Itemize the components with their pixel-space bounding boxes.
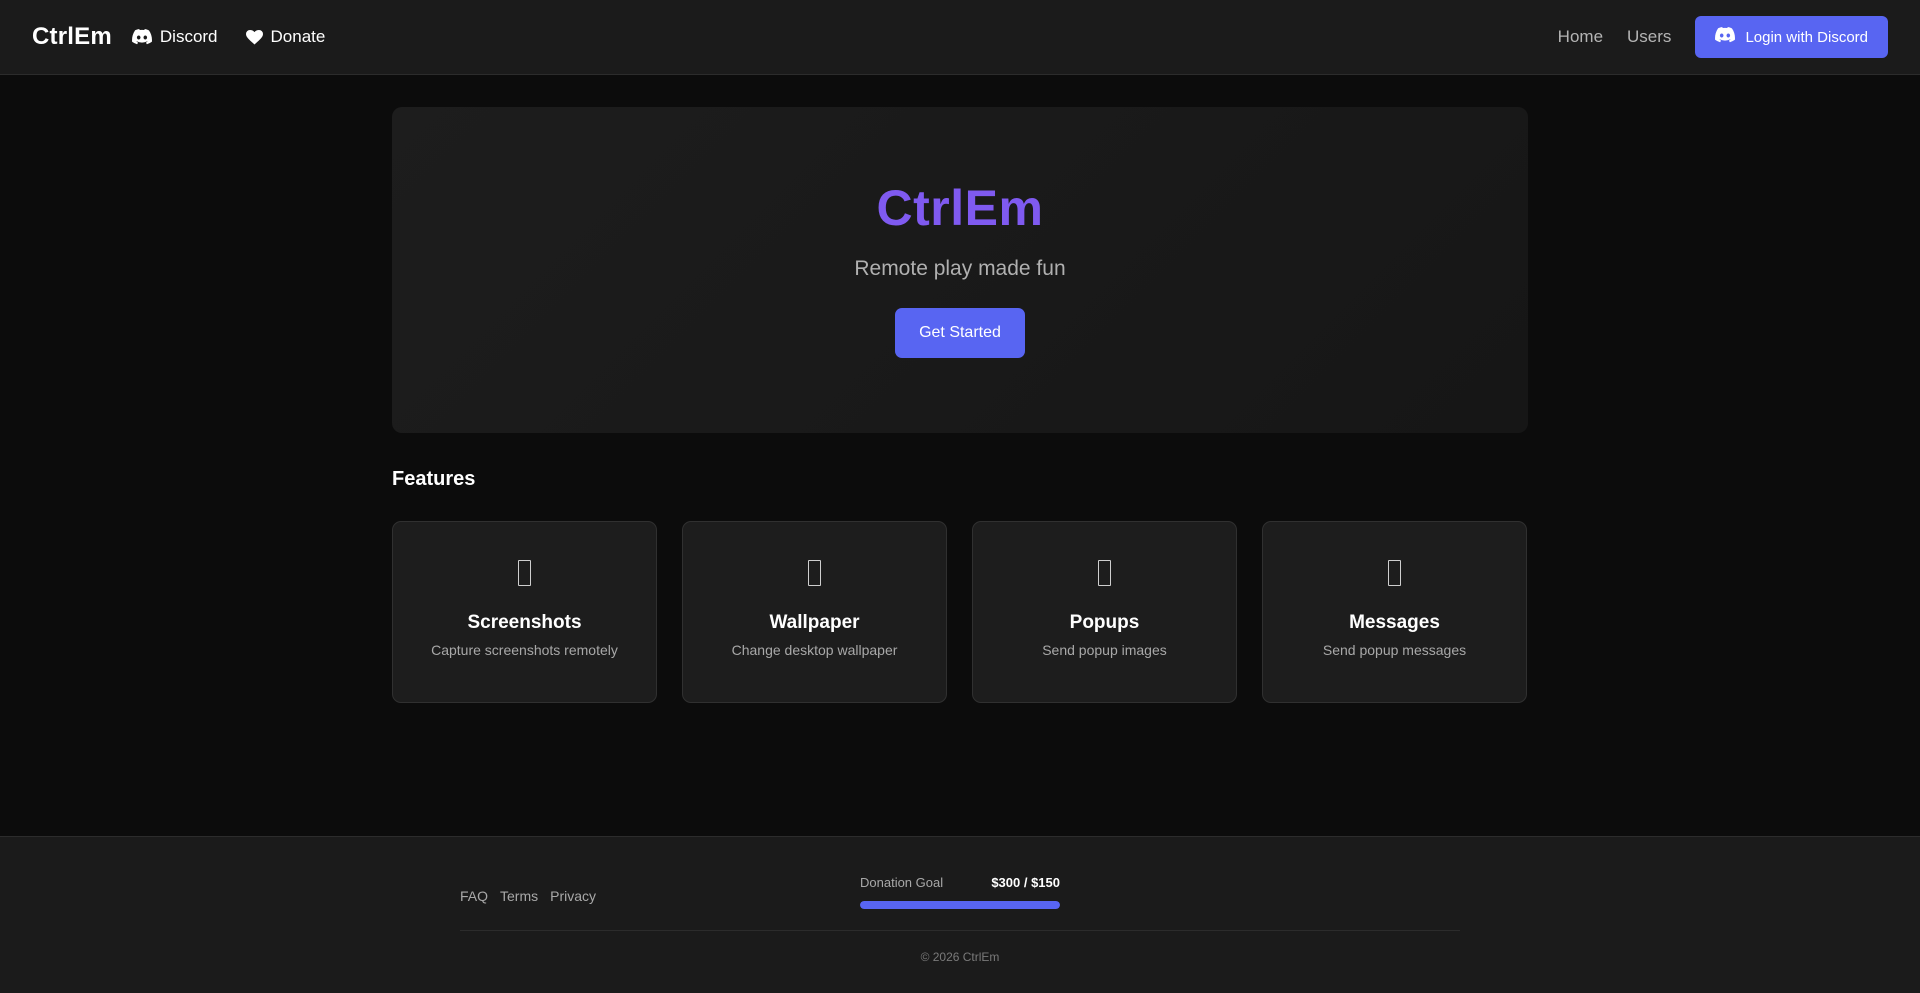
donate-link-label: Donate xyxy=(270,27,326,46)
donation-row: Donation Goal $300 / $150 xyxy=(860,875,1060,890)
nav-right-group: Home Users Login with Discord xyxy=(1534,16,1888,58)
feature-title: Screenshots xyxy=(467,612,582,633)
terms-link[interactable]: Terms xyxy=(500,888,538,904)
hero-title: CtrlEm xyxy=(876,180,1044,236)
footer-links: FAQ Terms Privacy xyxy=(460,888,596,904)
wallpaper-icon xyxy=(808,560,821,586)
donation-goal: Donation Goal $300 / $150 xyxy=(860,875,1060,909)
feature-title: Wallpaper xyxy=(769,612,860,633)
faq-link[interactable]: FAQ xyxy=(460,888,488,904)
feature-title: Popups xyxy=(1069,612,1140,633)
heart-icon xyxy=(245,29,263,45)
feature-description: Send popup images xyxy=(1042,642,1167,658)
features-heading: Features xyxy=(392,468,476,490)
donation-progress-bar xyxy=(860,901,1060,909)
feature-card-popups: Popups Send popup images xyxy=(972,521,1237,703)
feature-description: Capture screenshots remotely xyxy=(431,642,618,658)
top-navbar: CtrlEm Discord Donate Home Users Login w… xyxy=(0,0,1920,75)
popup-icon xyxy=(1098,560,1111,586)
login-with-discord-button[interactable]: Login with Discord xyxy=(1695,16,1888,58)
hero-panel: CtrlEm Remote play made fun Get Started xyxy=(392,107,1528,433)
users-link[interactable]: Users xyxy=(1627,27,1671,47)
screenshot-icon xyxy=(518,560,531,586)
privacy-link[interactable]: Privacy xyxy=(550,888,596,904)
home-link[interactable]: Home xyxy=(1558,27,1603,47)
discord-icon xyxy=(1715,27,1736,47)
hero-subtitle: Remote play made fun xyxy=(854,257,1066,280)
features-grid: Screenshots Capture screenshots remotely… xyxy=(392,521,1528,703)
feature-description: Send popup messages xyxy=(1322,642,1467,658)
message-icon xyxy=(1388,560,1401,586)
copyright-text: © 2026 CtrlEm xyxy=(920,950,1000,964)
feature-description: Change desktop wallpaper xyxy=(731,642,898,658)
donation-progress-fill xyxy=(860,901,1060,909)
footer: FAQ Terms Privacy Donation Goal $300 / $… xyxy=(0,836,1920,993)
discord-link-label: Discord xyxy=(159,27,218,46)
feature-title: Messages xyxy=(1349,612,1440,633)
feature-card-messages: Messages Send popup messages xyxy=(1262,521,1527,703)
discord-icon xyxy=(131,29,152,45)
donation-amount: $300 / $150 xyxy=(991,875,1060,890)
donate-link[interactable]: Donate xyxy=(245,27,326,47)
feature-card-wallpaper: Wallpaper Change desktop wallpaper xyxy=(682,521,947,703)
feature-card-screenshots: Screenshots Capture screenshots remotely xyxy=(392,521,657,703)
footer-divider xyxy=(460,930,1460,931)
login-button-label: Login with Discord xyxy=(1745,28,1868,46)
donation-goal-label: Donation Goal xyxy=(860,875,944,890)
brand-logo-link[interactable]: CtrlEm xyxy=(32,23,112,51)
get-started-button[interactable]: Get Started xyxy=(895,308,1025,358)
discord-link[interactable]: Discord xyxy=(131,27,218,47)
